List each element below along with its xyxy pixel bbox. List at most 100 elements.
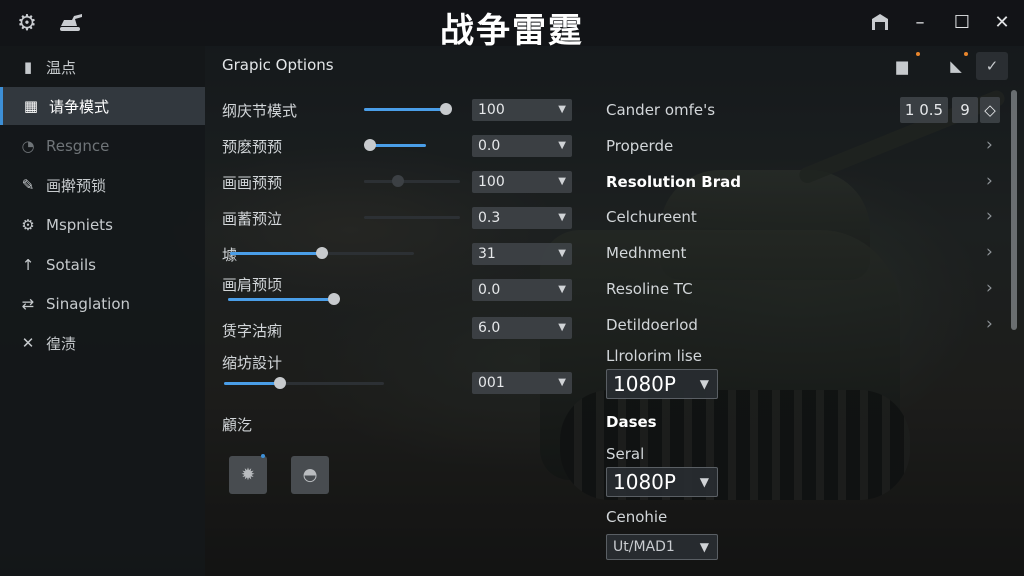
option-select[interactable]: 6.0 ▼ bbox=[472, 317, 572, 339]
sidebar-item-label: 徨渍 bbox=[46, 334, 77, 353]
chevron-right-icon[interactable]: › bbox=[986, 242, 993, 262]
right-row-label: Cander omfe's bbox=[606, 101, 716, 119]
option-slider[interactable] bbox=[230, 247, 414, 259]
sidebar-item-0[interactable]: ▮ 温点 bbox=[0, 48, 205, 86]
option-slider[interactable] bbox=[364, 216, 460, 219]
dases-label: Dases bbox=[606, 413, 657, 431]
option-slider[interactable] bbox=[228, 293, 340, 305]
section-label: 顧汔 bbox=[222, 416, 253, 434]
right-row-label: Medhment bbox=[606, 244, 687, 262]
diamond-icon: ◇ bbox=[984, 101, 996, 119]
chevron-right-icon[interactable]: › bbox=[986, 171, 993, 191]
chevron-right-icon[interactable]: › bbox=[986, 314, 993, 334]
chevron-down-icon: ▼ bbox=[699, 377, 709, 391]
right-row-label: Properde bbox=[606, 137, 674, 155]
option-label: 画蓄预泣 bbox=[222, 210, 283, 228]
right-row-label: Resolution Brad bbox=[606, 173, 741, 191]
cog-icon: ✹ bbox=[240, 465, 256, 485]
select-value: 1080P bbox=[613, 470, 676, 494]
right-row-label: Detildoerlod bbox=[606, 316, 698, 334]
sidebar-item-label: Mspniets bbox=[46, 216, 113, 234]
sidebar-item-label: Resgnce bbox=[46, 137, 110, 155]
chevron-down-icon: ▼ bbox=[558, 248, 566, 259]
slider-fill bbox=[224, 382, 280, 385]
title-bar: ⚙ 战争雷霆 – ☐ ✕ bbox=[0, 0, 1024, 51]
option-slider[interactable] bbox=[364, 103, 452, 115]
sidebar-item-4[interactable]: ⚙ Mspniets bbox=[0, 206, 205, 244]
slider-fill bbox=[228, 298, 334, 301]
tank-preset-button[interactable]: ◣ bbox=[940, 52, 972, 80]
cenohie-select[interactable]: Ut/MAD1 ▼ bbox=[606, 534, 718, 560]
select-value: Ut/MAD1 bbox=[613, 539, 675, 555]
check-icon: ✓ bbox=[985, 57, 999, 75]
box-value: 9 bbox=[960, 101, 970, 119]
select-value: 0.0 bbox=[478, 282, 501, 298]
slider-fill bbox=[364, 108, 446, 111]
cenohie-label: Cenohie bbox=[606, 508, 668, 526]
chevron-right-icon[interactable]: › bbox=[986, 278, 993, 298]
cog-button[interactable]: ✹ bbox=[229, 454, 267, 494]
sidebar-item-1[interactable]: ▦ 请争模式 bbox=[0, 87, 205, 125]
slider-knob[interactable] bbox=[274, 377, 286, 389]
value-box[interactable]: 9 bbox=[952, 97, 978, 123]
option-slider[interactable] bbox=[224, 377, 384, 389]
gear-icon: ⚙ bbox=[21, 216, 35, 234]
sidebar-item-2[interactable]: ◔ Resgnce bbox=[0, 127, 205, 165]
option-label: 纲庆节模式 bbox=[222, 102, 298, 120]
slider-knob[interactable] bbox=[328, 293, 340, 305]
close-button[interactable]: ✕ bbox=[988, 8, 1016, 36]
select-value: 6.0 bbox=[478, 320, 501, 336]
seral-label: Seral bbox=[606, 445, 645, 463]
tank-icon: ◣ bbox=[950, 57, 962, 75]
option-select[interactable]: 0.0 ▼ bbox=[472, 135, 572, 157]
document-icon: ▮ bbox=[23, 58, 33, 76]
save-preset-button[interactable]: ▆ bbox=[886, 52, 920, 80]
slider-knob[interactable] bbox=[440, 103, 452, 115]
sidebar-item-label: 请争模式 bbox=[49, 97, 110, 116]
chevron-right-icon[interactable]: › bbox=[986, 206, 993, 226]
option-select[interactable]: 0.3 ▼ bbox=[472, 207, 572, 229]
sidebar: ▮ 温点 ▦ 请争模式 ◔ Resgnce ✎ 画擀预锁 ⚙ Mspniets … bbox=[0, 46, 205, 576]
helmet-icon: ◓ bbox=[302, 465, 318, 485]
sidebar-item-label: 温点 bbox=[46, 58, 77, 77]
slider-knob[interactable] bbox=[358, 211, 370, 223]
select-value: 0.3 bbox=[478, 210, 501, 226]
chevron-down-icon: ▼ bbox=[558, 322, 566, 333]
option-slider[interactable] bbox=[364, 139, 426, 151]
chevron-right-icon[interactable]: › bbox=[986, 135, 993, 155]
option-select[interactable]: 100 ▼ bbox=[472, 171, 572, 193]
sidebar-item-5[interactable]: ↑ Sotails bbox=[0, 246, 205, 284]
option-label: 缩坊設计 bbox=[222, 354, 283, 372]
seral-select[interactable]: 1080P ▼ bbox=[606, 467, 718, 497]
option-select[interactable]: 001 ▼ bbox=[472, 372, 572, 394]
folder-icon: ▆ bbox=[896, 57, 908, 75]
maximize-button[interactable]: ☐ bbox=[948, 8, 976, 36]
pin-icon: ✎ bbox=[21, 176, 35, 194]
option-slider[interactable] bbox=[364, 175, 460, 187]
option-select[interactable]: 100 ▼ bbox=[472, 99, 572, 121]
sidebar-item-label: Sotails bbox=[46, 256, 96, 274]
chevron-down-icon: ▼ bbox=[558, 377, 566, 388]
select-value: 1080P bbox=[613, 372, 676, 396]
value-box[interactable]: 1 0.5 bbox=[900, 97, 948, 123]
slider-knob[interactable] bbox=[364, 139, 376, 151]
notification-dot bbox=[916, 52, 920, 56]
chevron-down-icon: ▼ bbox=[558, 104, 566, 115]
option-select[interactable]: 0.0 ▼ bbox=[472, 279, 572, 301]
slider-knob[interactable] bbox=[316, 247, 328, 259]
tank-icon: ▦ bbox=[23, 97, 39, 115]
value-box[interactable]: ◇ bbox=[980, 97, 1000, 123]
helmet-button[interactable]: ◓ bbox=[291, 456, 329, 494]
option-label: 预麽预预 bbox=[222, 138, 283, 156]
garage-icon[interactable] bbox=[866, 8, 894, 36]
slider-knob[interactable] bbox=[391, 175, 404, 187]
sidebar-item-7[interactable]: ✕ 徨渍 bbox=[0, 324, 205, 362]
option-select[interactable]: 31 ▼ bbox=[472, 243, 572, 265]
minimize-button[interactable]: – bbox=[906, 8, 934, 36]
resolution-select[interactable]: 1080P ▼ bbox=[606, 369, 718, 399]
option-label: 画肩预顷 bbox=[222, 276, 283, 294]
scrollbar[interactable] bbox=[1011, 90, 1017, 330]
sidebar-item-6[interactable]: ⇄ Sinaglation bbox=[0, 285, 205, 323]
apply-button[interactable]: ✓ bbox=[976, 52, 1008, 80]
sidebar-item-3[interactable]: ✎ 画擀预锁 bbox=[0, 166, 205, 204]
